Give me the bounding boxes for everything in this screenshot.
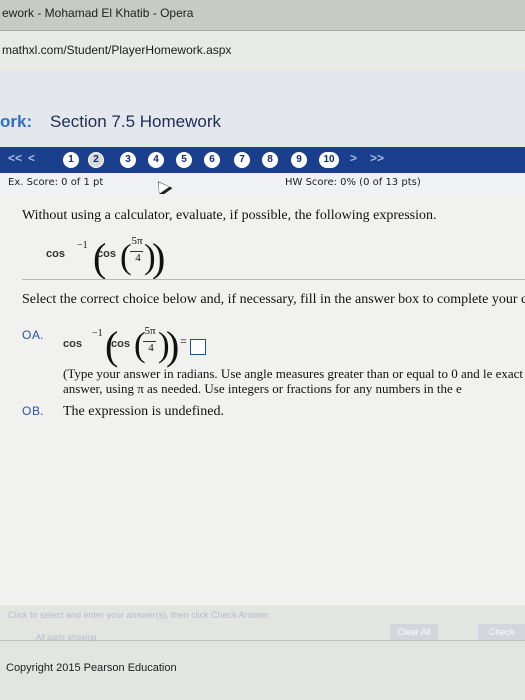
question-2[interactable]: 2 <box>88 152 104 168</box>
score-bar: Ex. Score: 0 of 1 pt HW Score: 0% (0 of … <box>0 173 525 195</box>
choice-a-label: A. <box>32 328 44 342</box>
question-7[interactable]: 7 <box>234 152 250 168</box>
question-prompt: Without using a calculator, evaluate, if… <box>22 208 437 223</box>
question-8[interactable]: 8 <box>262 152 278 168</box>
window-title: ework - Mohamad El Khatib - Opera <box>2 6 194 20</box>
footer-instruction: Click to select and enter your answer(s)… <box>8 610 271 620</box>
window-titlebar: ework - Mohamad El Khatib - Opera <box>0 0 525 31</box>
question-1[interactable]: 1 <box>63 152 79 168</box>
section-title: Section 7.5 Homework <box>50 112 222 131</box>
choice-a-hint: (Type your answer in radians. Use angle … <box>63 366 524 396</box>
footer-divider <box>0 640 525 641</box>
homework-score: HW Score: 0% (0 of 13 pts) <box>285 177 421 188</box>
answer-input[interactable] <box>190 339 206 355</box>
question-navigation: << < 1 2 3 4 5 6 7 8 9 10 > >> <box>0 147 525 173</box>
first-question-icon[interactable]: << <box>8 151 22 165</box>
last-question-icon[interactable]: >> <box>370 151 384 165</box>
question-4[interactable]: 4 <box>148 152 164 168</box>
question-3[interactable]: 3 <box>120 152 136 168</box>
choice-b-text: The expression is undefined. <box>63 404 224 419</box>
url-text[interactable]: mathxl.com/Student/PlayerHomework.aspx <box>2 43 231 57</box>
choice-b-label: B. <box>32 404 44 418</box>
address-bar[interactable]: mathxl.com/Student/PlayerHomework.aspx <box>0 31 525 72</box>
section-header: ork: Section 7.5 Homework <box>0 71 525 147</box>
question-9[interactable]: 9 <box>291 152 307 168</box>
clear-all-button[interactable]: Clear All <box>390 624 438 640</box>
question-10[interactable]: 10 <box>319 152 339 168</box>
previous-question-icon[interactable]: < <box>28 151 35 165</box>
exercise-score: Ex. Score: 0 of 1 pt <box>8 177 104 188</box>
radio-a-icon[interactable]: O <box>22 328 31 342</box>
question-6[interactable]: 6 <box>204 152 220 168</box>
next-question-icon[interactable]: > <box>350 151 357 165</box>
copyright-text: Copyright 2015 Pearson Education <box>6 662 177 674</box>
section-divider <box>22 279 525 280</box>
check-button[interactable]: Check <box>478 624 525 640</box>
question-5[interactable]: 5 <box>176 152 192 168</box>
instruction-text: Select the correct choice below and, if … <box>22 292 525 307</box>
radio-b-icon[interactable]: O <box>22 404 31 418</box>
question-panel: Without using a calculator, evaluate, if… <box>0 194 525 640</box>
section-prefix: ork: <box>0 112 33 131</box>
